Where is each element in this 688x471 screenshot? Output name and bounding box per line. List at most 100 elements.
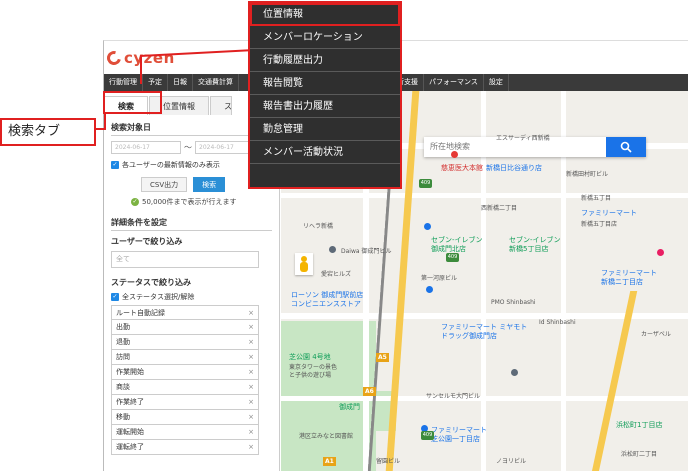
map-label: 新橋日比谷通り店 [486,164,542,172]
map-label: 御成門 [339,403,360,411]
map-label: ファミリーマート [431,426,487,434]
status-list: ルート自動記録 × 出勤 × 退勤 × 訪問 × 作業開始 × 商談 × 作業終了 × 移動 ×… [111,305,259,455]
status-item-label: 商談 [116,383,130,391]
map-label: 新橋五丁目 [581,195,612,202]
map-label: と子供の遊び場 [289,372,332,379]
map-label: ドラッグ御成門店 [441,332,497,340]
search-button[interactable]: 検索 [193,177,226,192]
remove-icon[interactable]: × [248,395,254,409]
map-pin-icon[interactable] [424,223,431,230]
map-label: ローソン 御成門駅前店 [291,291,364,299]
map-label: 慈恵医大本館 [441,164,483,172]
map-pin-icon[interactable] [329,246,336,253]
map-label: ファミリーマート [601,269,657,277]
status-item-label: ルート自動記録 [116,309,165,317]
status-item: 退勤 × [111,335,259,350]
status-item-label: 出勤 [116,323,130,331]
map-label: Daiwa 御成門ビル [341,248,392,255]
street-view-pegman[interactable] [295,253,313,275]
status-item-label: 運転開始 [116,428,144,436]
status-item: 運転開始 × [111,425,259,440]
nav-item-activity[interactable]: 行動管理 [104,74,143,91]
remove-icon[interactable]: × [248,335,254,349]
checkbox-checked-icon[interactable]: ✓ [111,161,119,169]
screenshot-root: cyzen 行動管理 予定 日報 交通費計算 行支援 パフォーマンス 設定 検索… [0,0,688,471]
status-item-label: 退勤 [116,338,130,346]
menu-item-attendance[interactable]: 勤怠管理 [250,118,400,141]
map-pin-icon[interactable] [511,369,518,376]
map-label: 御成門北店 [431,245,466,253]
csv-export-button[interactable]: CSV出力 [141,177,188,192]
status-item-label: 作業開始 [116,368,144,376]
date-from-input[interactable]: 2024-06-17 [111,141,181,154]
map-label: ファミリーマート [581,209,637,217]
map-label: サンセルモ大門ビル [426,393,481,400]
nav-item-performance[interactable]: パフォーマンス [424,74,484,91]
map-pin-icon[interactable] [451,151,458,158]
status-item-label: 運転終了 [116,443,144,451]
logo-text: cyzen [124,49,175,67]
remove-icon[interactable]: × [248,440,254,454]
nav-item-settings[interactable]: 設定 [484,74,509,91]
menu-item-member-activity[interactable]: メンバー活動状況 [250,141,400,164]
map-label: 新橋五丁目店 [581,221,618,228]
checkbox-checked-icon[interactable]: ✓ [111,293,119,301]
menu-item-member-location[interactable]: メンバーロケーション [250,26,400,49]
status-item: 作業終了 × [111,395,259,410]
map-search-button[interactable] [606,137,646,157]
date-range-separator: 〜 [184,143,192,152]
map-label: 西新橋二丁目 [481,205,518,212]
exit-a6-badge: A6 [363,387,376,396]
status-item: 移動 × [111,410,259,425]
map-label: 新橋ニ丁目店 [601,278,643,286]
search-tab-callout: 検索タブ [0,118,96,146]
callout-connector [104,114,106,130]
map-label: リヘラ新橋 [303,223,334,230]
status-item-label: 作業終了 [116,398,144,406]
map-label: エスサーディ西新橋 [496,135,550,142]
remove-icon[interactable]: × [248,425,254,439]
map-label: セブン-イレブン [509,236,561,244]
map-label: カーザベル [641,331,671,338]
status-item: 運転終了 × [111,440,259,455]
route-409-badge: 409 [419,179,432,188]
status-item: 商談 × [111,380,259,395]
status-item-label: 訪問 [116,353,130,361]
remove-icon[interactable]: × [248,320,254,334]
map-label: 浜松町二丁目 [621,451,658,458]
remove-icon[interactable]: × [248,365,254,379]
map-label: ファミリーマート ミヤモト [441,323,528,331]
nav-item-daily-report[interactable]: 日報 [168,74,193,91]
status-all-label: 全ステータス選択/解除 [122,293,195,301]
search-icon [620,141,632,153]
remove-icon[interactable]: × [248,410,254,424]
menu-item-report-view[interactable]: 報告閲覧 [250,72,400,95]
status-item: 出勤 × [111,320,259,335]
user-filter-select[interactable]: 全て [111,251,259,268]
limit-note: ✓ 50,000件まで表示が行えます [131,197,272,207]
remove-icon[interactable]: × [248,380,254,394]
menu-item-report-export-history[interactable]: 報告書出力履歴 [250,95,400,118]
menu-item-history-export[interactable]: 行動履歴出力 [250,49,400,72]
map-label: 港区立みなと図書館 [299,433,354,440]
status-item-label: 移動 [116,413,130,421]
status-filter-title: ステータスで絞り込み [111,278,191,287]
status-item: 作業開始 × [111,365,259,380]
remove-icon[interactable]: × [248,350,254,364]
remove-icon[interactable]: × [248,306,254,320]
tab-spot[interactable]: スポ [210,96,232,115]
status-item: 訪問 × [111,350,259,365]
menu-connector [140,55,142,84]
map-label: 新橋5丁目店 [509,245,549,253]
nav-item-travel-expense[interactable]: 交通費計算 [193,74,239,91]
map-label: 浜松町1丁目店 [616,421,663,429]
latest-only-label: 各ユーザーの最新情報のみ表示 [122,161,220,169]
limit-note-text: 50,000件まで表示が行えます [142,198,237,206]
search-tab-highlight [103,91,162,114]
status-all-row[interactable]: ✓ 全ステータス選択/解除 [111,292,272,302]
menu-item-location[interactable]: 位置情報 [250,3,400,26]
nav-item-schedule[interactable]: 予定 [143,74,168,91]
map-pin-icon[interactable] [657,249,664,256]
exit-a1-badge: A1 [323,457,336,466]
map-pin-icon[interactable] [426,286,433,293]
